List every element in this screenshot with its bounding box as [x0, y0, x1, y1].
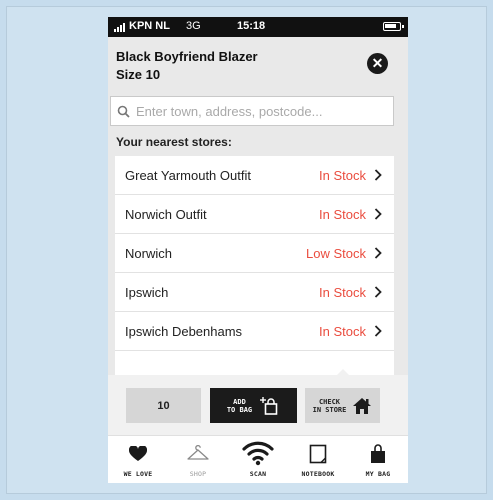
chevron-right-icon — [374, 325, 382, 337]
tab-label: MY BAG — [365, 470, 391, 478]
store-name: Norwich Outfit — [125, 206, 207, 222]
check-in-store-button[interactable]: CHECK IN STORE — [305, 388, 380, 423]
tab-scan[interactable]: SCAN — [228, 436, 288, 483]
store-name: Great Yarmouth Outfit — [125, 167, 251, 183]
store-row-norwich[interactable]: Norwich Low Stock — [115, 234, 394, 273]
store-name: Ipswich — [125, 284, 169, 300]
product-name: Black Boyfriend Blazer — [116, 49, 258, 64]
tab-label: NOTEBOOK — [301, 470, 335, 478]
store-row-ipswich-debenhams[interactable]: Ipswich Debenhams In Stock — [115, 312, 394, 351]
tab-bar: WE LOVE SHOP SCAN NOTEBOOK MY BAG — [108, 435, 408, 483]
tab-label: SHOP — [189, 470, 207, 478]
tab-label: SCAN — [249, 470, 267, 478]
signal-icon — [114, 23, 125, 32]
check-store-line2: IN STORE — [312, 405, 347, 414]
tab-label: WE LOVE — [123, 470, 153, 478]
add-to-bag-label: ADD TO BAG — [227, 398, 252, 414]
product-title: Black Boyfriend Blazer Size 10 — [116, 48, 258, 84]
network-type: 3G — [186, 20, 201, 32]
tab-we-love[interactable]: WE LOVE — [108, 436, 168, 483]
store-name: Ipswich Debenhams — [125, 323, 243, 339]
size-value: 10 — [157, 399, 170, 412]
chevron-right-icon — [374, 208, 382, 220]
chevron-right-icon — [374, 286, 382, 298]
stock-status: In Stock — [319, 206, 366, 222]
tab-shop[interactable]: SHOP — [168, 436, 228, 483]
size-select-button[interactable]: 10 — [126, 388, 201, 423]
store-name: Norwich — [125, 245, 172, 261]
chevron-right-icon — [374, 169, 382, 181]
close-icon: ✕ — [371, 55, 384, 71]
stock-status: In Stock — [319, 167, 366, 183]
store-list[interactable]: Great Yarmouth Outfit In Stock Norwich O… — [115, 156, 394, 375]
store-row-norwich-outfit[interactable]: Norwich Outfit In Stock — [115, 195, 394, 234]
add-to-bag-line1: ADD — [233, 397, 246, 406]
status-time: 15:18 — [237, 20, 266, 32]
panel-pointer — [336, 369, 350, 376]
tab-notebook[interactable]: NOTEBOOK — [288, 436, 348, 483]
product-size: Size 10 — [116, 67, 161, 82]
store-search-box[interactable] — [110, 96, 394, 126]
nearest-stores-heading: Your nearest stores: — [116, 135, 232, 149]
search-input[interactable] — [136, 103, 386, 119]
close-button[interactable]: ✕ — [367, 53, 388, 74]
store-row-great-yarmouth-outfit[interactable]: Great Yarmouth Outfit In Stock — [115, 156, 394, 195]
heart-icon — [129, 446, 147, 461]
wifi-scan-icon — [242, 441, 274, 466]
phone-screen: KPN NL 3G 15:18 Black Boyfriend Blazer S… — [108, 17, 408, 483]
notebook-icon — [309, 444, 327, 464]
add-to-bag-line2: TO BAG — [226, 405, 253, 414]
store-row-partial[interactable] — [115, 351, 394, 375]
bag-icon — [371, 444, 385, 463]
tab-my-bag[interactable]: MY BAG — [348, 436, 408, 483]
store-row-ipswich[interactable]: Ipswich In Stock — [115, 273, 394, 312]
stock-status: Low Stock — [306, 245, 366, 261]
add-to-bag-button[interactable]: ADD TO BAG — [210, 388, 297, 423]
hanger-icon — [187, 445, 209, 460]
add-bag-icon — [260, 396, 278, 415]
search-icon — [117, 105, 130, 118]
stock-status: In Stock — [319, 323, 366, 339]
check-in-store-label: CHECK IN STORE — [313, 398, 347, 414]
status-bar: KPN NL 3G 15:18 — [108, 17, 408, 37]
chevron-right-icon — [374, 247, 382, 259]
battery-icon — [383, 22, 404, 31]
check-store-line1: CHECK — [318, 397, 341, 406]
carrier-name: KPN NL — [129, 20, 170, 32]
stock-status: In Stock — [319, 284, 366, 300]
house-icon — [353, 397, 372, 414]
